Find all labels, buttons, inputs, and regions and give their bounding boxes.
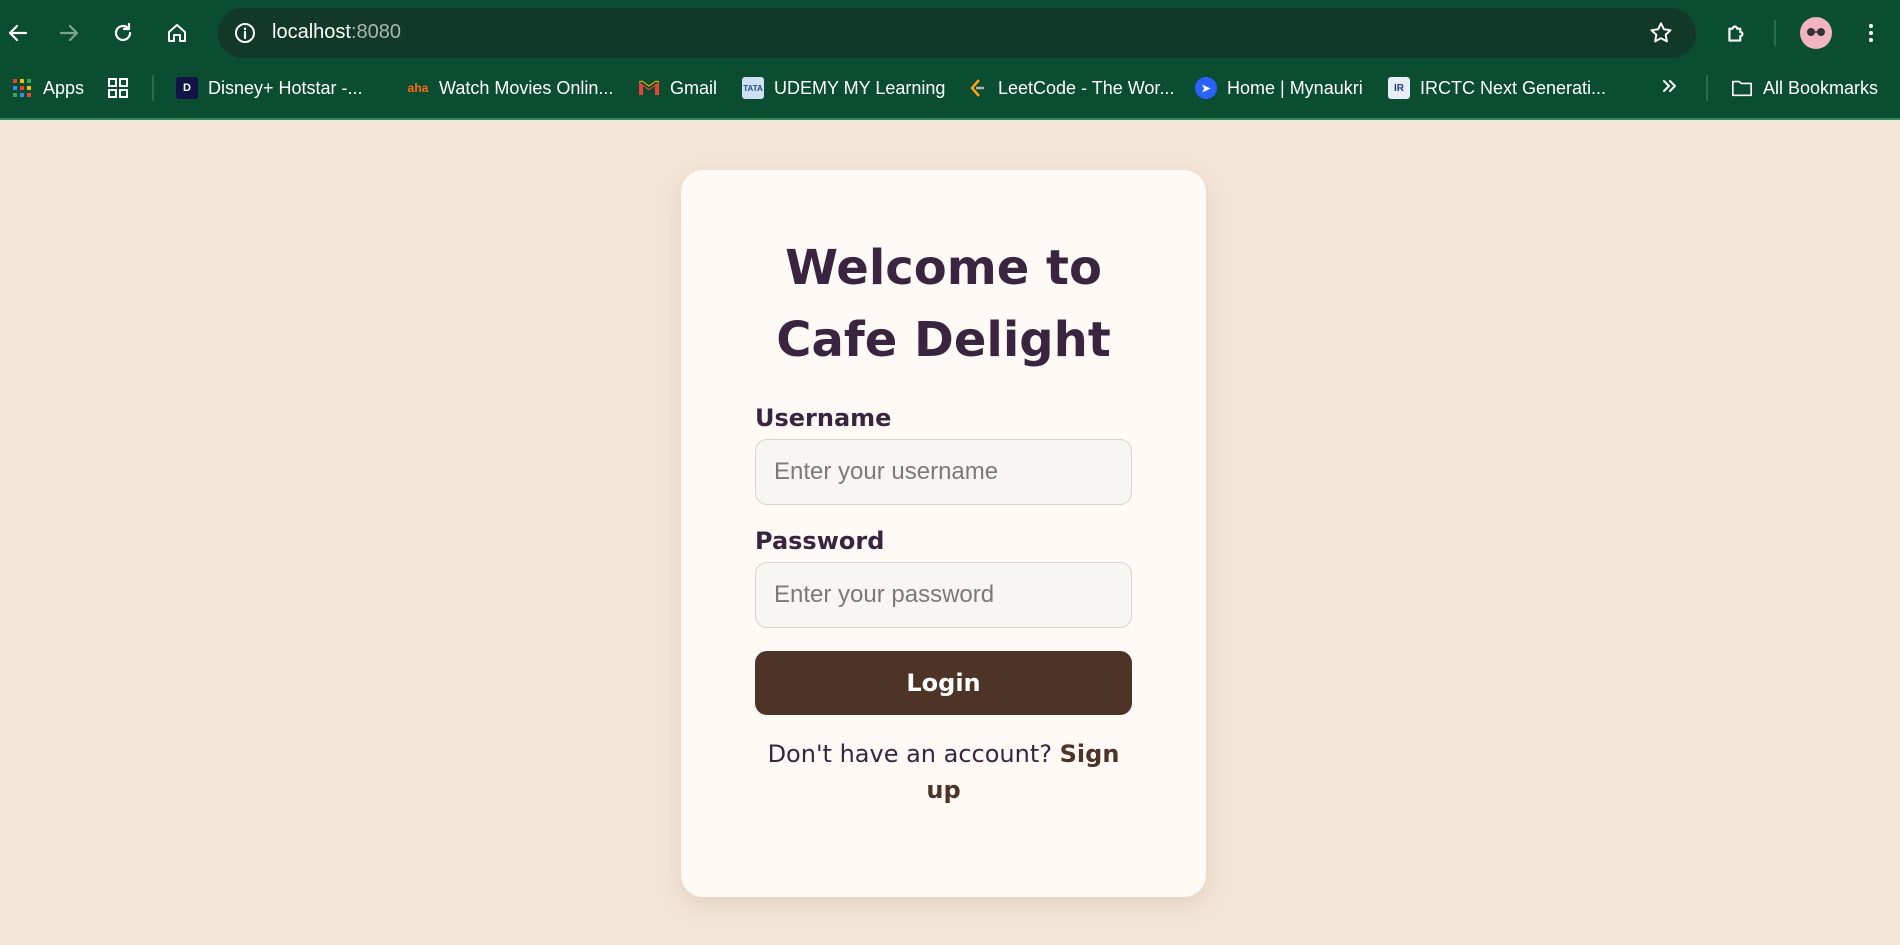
- login-button[interactable]: Login: [755, 651, 1132, 715]
- back-button[interactable]: [0, 13, 38, 53]
- tata-icon: TATA: [742, 77, 764, 99]
- bookmarks-bar: Apps D Disney+ Hotstar -... aha Watch Mo…: [0, 70, 1900, 106]
- page-title: Welcome to Cafe Delight: [681, 232, 1206, 376]
- bookmark-label: Gmail: [670, 77, 718, 98]
- bookmark-aha[interactable]: aha Watch Movies Onlin...: [407, 70, 614, 106]
- username-label: Username: [755, 404, 892, 432]
- bookmark-label: Apps: [43, 77, 85, 98]
- bookmark-apps[interactable]: Apps: [11, 70, 84, 106]
- bookmark-leetcode[interactable]: LeetCode - The Wor...: [966, 70, 1174, 106]
- bookmark-label: Disney+ Hotstar -...: [208, 77, 363, 98]
- bookmark-irctc[interactable]: IR IRCTC Next Generati...: [1388, 70, 1606, 106]
- signup-prompt: Don't have an account? Sign up: [755, 736, 1132, 808]
- title-line-2: Cafe Delight: [776, 312, 1111, 368]
- password-input[interactable]: [755, 562, 1132, 628]
- login-card: Welcome to Cafe Delight Username Passwor…: [681, 170, 1206, 897]
- signup-prompt-text: Don't have an account?: [767, 740, 1052, 768]
- forward-button[interactable]: [49, 13, 89, 53]
- bookmark-mynaukri[interactable]: ➤ Home | Mynaukri: [1195, 70, 1363, 106]
- browser-toolbar: localhost:8080: [0, 0, 1900, 66]
- bookmark-hotstar[interactable]: D Disney+ Hotstar -...: [176, 70, 363, 106]
- all-bookmarks-button[interactable]: All Bookmarks: [1731, 70, 1878, 106]
- chrome-divider: [0, 118, 1900, 120]
- arrow-left-icon: [8, 24, 28, 42]
- profile-avatar[interactable]: [1800, 17, 1832, 49]
- reload-icon: [114, 22, 132, 42]
- home-icon: [168, 24, 186, 42]
- toolbar-divider: [1774, 20, 1776, 46]
- tab-groups-icon: [107, 77, 129, 99]
- url-port: :8080: [350, 21, 401, 43]
- puzzle-icon: [1728, 25, 1744, 42]
- bookmarks-divider: [152, 75, 154, 101]
- bookmark-label: Watch Movies Onlin...: [439, 77, 614, 98]
- bookmark-star-icon[interactable]: [1648, 20, 1674, 46]
- all-bookmarks-label: All Bookmarks: [1763, 77, 1879, 98]
- avatar-icon: [1807, 28, 1825, 36]
- mynaukri-icon: ➤: [1195, 77, 1217, 99]
- reload-button[interactable]: [103, 13, 143, 53]
- extensions-button[interactable]: [1717, 13, 1757, 53]
- site-info-icon[interactable]: [230, 18, 260, 48]
- bookmark-label: Home | Mynaukri: [1227, 77, 1363, 98]
- bookmark-label: IRCTC Next Generati...: [1420, 77, 1607, 98]
- address-bar[interactable]: localhost:8080: [218, 8, 1696, 58]
- folder-icon: [1731, 77, 1753, 99]
- double-chevron-right-icon: [1660, 76, 1680, 101]
- browser-chrome: localhost:8080 Apps D Disney+ Hotstar -.…: [0, 0, 1900, 120]
- more-vert-icon: [1869, 24, 1873, 42]
- bookmark-gmail[interactable]: Gmail: [638, 70, 717, 106]
- password-label: Password: [755, 527, 885, 555]
- arrow-right-icon: [59, 24, 79, 42]
- url-host: localhost: [272, 21, 351, 43]
- bookmark-label: UDEMY MY Learning: [774, 77, 946, 98]
- menu-button[interactable]: [1851, 13, 1891, 53]
- aha-icon: aha: [407, 81, 429, 95]
- hotstar-icon: D: [176, 77, 198, 99]
- bookmark-udemy[interactable]: TATA UDEMY MY Learning: [742, 70, 945, 106]
- apps-grid-icon: [11, 77, 33, 99]
- url-text: localhost:8080: [272, 21, 401, 44]
- gmail-icon: [638, 77, 660, 99]
- irctc-icon: IR: [1388, 77, 1410, 99]
- username-input[interactable]: [755, 439, 1132, 505]
- home-button[interactable]: [157, 13, 197, 53]
- bookmarks-overflow-button[interactable]: [1660, 70, 1680, 106]
- bookmark-label: LeetCode - The Wor...: [998, 77, 1175, 98]
- bookmark-tab-groups[interactable]: [107, 70, 139, 106]
- bookmarks-divider: [1706, 75, 1708, 101]
- leetcode-icon: [966, 77, 988, 99]
- title-line-1: Welcome to: [785, 240, 1102, 296]
